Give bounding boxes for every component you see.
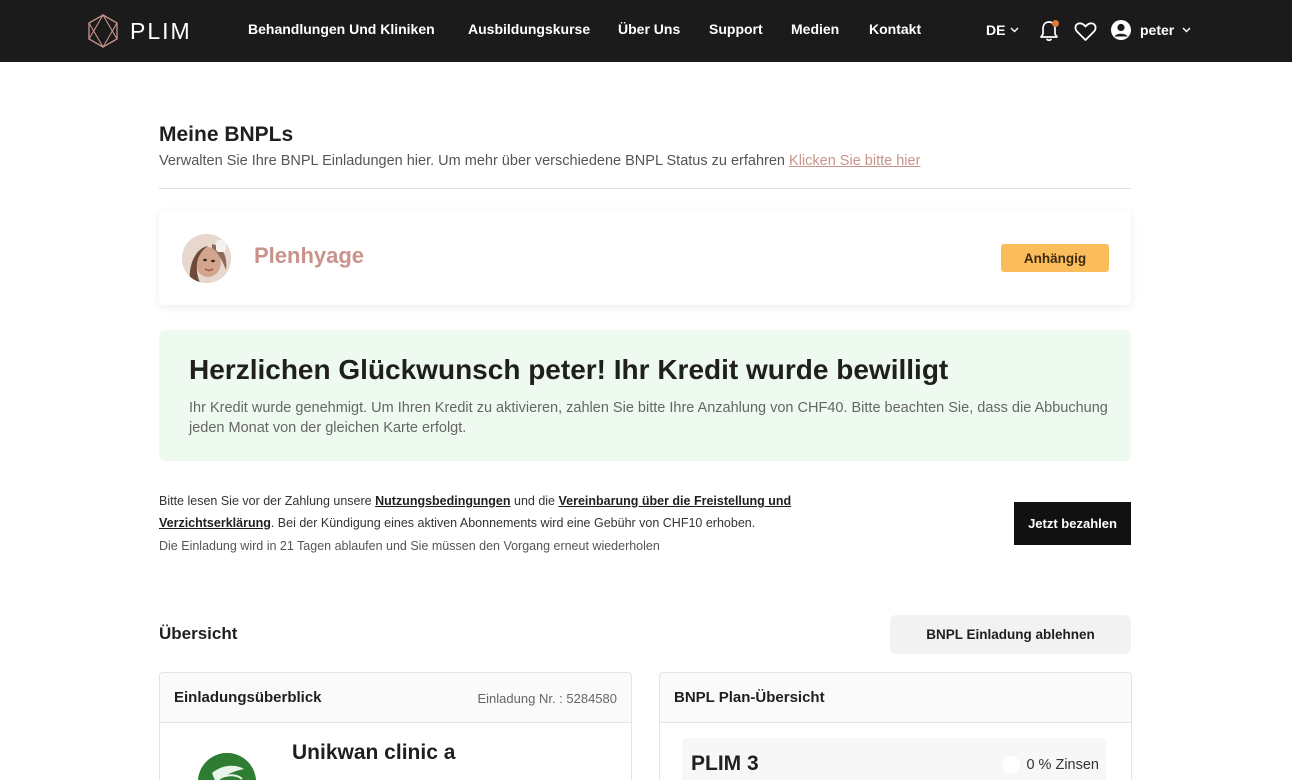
congrats-text: Ihr Kredit wurde genehmigt. Um Ihren Kre… [189, 400, 1108, 436]
pay-now-button[interactable]: Jetzt bezahlen [1014, 502, 1131, 545]
plan-panel-header: BNPL Plan-Übersicht [660, 673, 1131, 723]
invite-panel-header: Einladungsüberblick Einladung Nr. : 5284… [160, 673, 631, 723]
nav-item-courses[interactable]: Ausbildungskurse [468, 21, 590, 37]
clinic-name: Plenhyage [254, 243, 365, 268]
page-subtitle: Verwalten Sie Ihre BNPL Einladungen hier… [159, 153, 920, 169]
clinic-avatar [182, 234, 231, 283]
interest-radio[interactable] [1002, 756, 1021, 774]
invite-expiry-text: Die Einladung wird in 21 Tagen ablaufen … [159, 539, 660, 553]
nav-item-support[interactable]: Support [709, 21, 763, 37]
plan-interest: 0 % Zinsen [1002, 756, 1099, 774]
heart-icon [1074, 21, 1096, 41]
notification-dot [1052, 20, 1059, 27]
status-info-link[interactable]: Klicken Sie bitte hier [789, 153, 920, 169]
terms-mid: und die [514, 494, 556, 508]
clinic-card[interactable]: Plenhyage Anhängig [159, 211, 1131, 305]
nav-item-media[interactable]: Medien [791, 21, 839, 37]
favorites-button[interactable] [1073, 19, 1097, 43]
language-label: DE [986, 22, 1006, 38]
plan-overview-panel: BNPL Plan-Übersicht PLIM 3 0 % Zinsen [659, 672, 1132, 780]
notification-button[interactable] [1037, 19, 1061, 43]
chevron-down-icon [1010, 27, 1019, 33]
user-menu[interactable]: peter [1110, 19, 1191, 41]
terms-pre: Bitte lesen Sie vor der Zahlung unsere [159, 494, 372, 508]
page-subtitle-text: Verwalten Sie Ihre BNPL Einladungen hier… [159, 153, 785, 169]
plan-option[interactable]: PLIM 3 0 % Zinsen [682, 738, 1106, 780]
user-avatar-icon [1111, 20, 1131, 40]
terms-of-use-link[interactable]: Nutzungsbedingungen [375, 494, 510, 508]
status-badge: Anhängig [1001, 244, 1109, 272]
leaf-icon [198, 753, 256, 780]
divider [159, 188, 1131, 189]
logo-text: PLIM [130, 17, 192, 44]
clinic-logo [198, 753, 256, 780]
terms-post: . Bei der Kündigung eines aktiven Abonne… [270, 516, 756, 530]
language-selector[interactable]: DE [986, 22, 1019, 38]
plim-logo-icon [88, 13, 118, 49]
plim-logo[interactable]: PLIM [86, 13, 192, 49]
terms-text: Bitte lesen Sie vor der Zahlung unsere N… [159, 490, 899, 534]
decline-invite-button[interactable]: BNPL Einladung ablehnen [890, 615, 1131, 654]
invite-clinic-name: Unikwan clinic a [292, 741, 456, 764]
chevron-down-icon [1182, 27, 1191, 33]
page-title: Meine BNPLs [159, 123, 294, 146]
nav-item-about[interactable]: Über Uns [618, 21, 680, 37]
interest-label: 0 % Zinsen [1026, 757, 1099, 773]
overview-title: Übersicht [159, 624, 238, 643]
plan-name: PLIM 3 [691, 752, 759, 775]
nav-item-treatments[interactable]: Behandlungen Und Kliniken [248, 21, 435, 37]
username: peter [1140, 22, 1175, 38]
invite-overview-panel: Einladungsüberblick Einladung Nr. : 5284… [159, 672, 632, 780]
clinic-avatar-image [182, 234, 231, 283]
nav-item-contact[interactable]: Kontakt [869, 21, 921, 37]
invite-panel-title: Einladungsüberblick [174, 689, 322, 706]
credit-approved-banner: Herzlichen Glückwunsch peter! Ihr Kredit… [159, 330, 1131, 461]
plan-panel-title: BNPL Plan-Übersicht [674, 689, 825, 706]
congrats-title: Herzlichen Glückwunsch peter! Ihr Kredit… [189, 354, 949, 385]
invite-number: Einladung Nr. : 5284580 [477, 691, 618, 706]
top-navigation-bar: PLIM Behandlungen Und Kliniken Ausbildun… [0, 0, 1292, 62]
